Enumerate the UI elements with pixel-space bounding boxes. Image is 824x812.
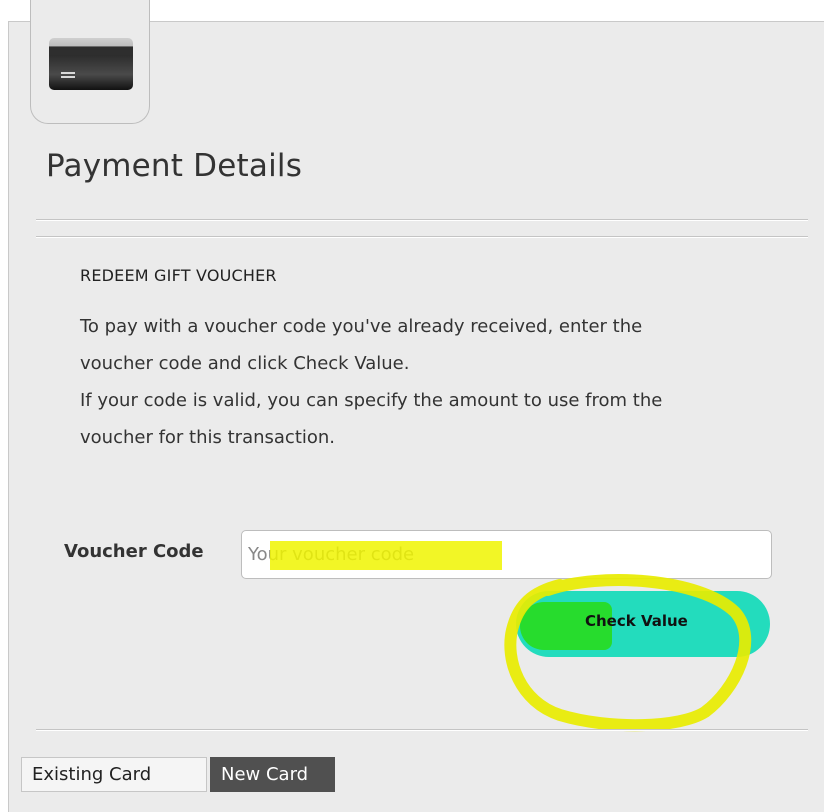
tab-existing-card[interactable]: Existing Card [21,757,207,792]
voucher-instructions: To pay with a voucher code you've alread… [80,308,824,456]
instruction-line: voucher code and click Check Value. [80,353,410,374]
card-stripe [49,47,133,55]
divider [36,236,808,238]
tab-new-card[interactable]: New Card [210,757,335,792]
instruction-line: voucher for this transaction. [80,427,336,448]
payment-page: Payment Details REDEEM GIFT VOUCHER To p… [0,0,824,812]
section-heading: REDEEM GIFT VOUCHER [80,266,277,285]
voucher-code-input[interactable] [241,530,772,579]
voucher-code-label: Voucher Code [64,541,204,562]
page-title: Payment Details [46,148,303,184]
check-value-button[interactable] [516,591,770,657]
instruction-line: If your code is valid, you can specify t… [80,390,663,411]
card-dash [61,72,75,74]
card-dash [61,76,75,78]
instruction-line: To pay with a voucher code you've alread… [80,316,643,337]
divider [36,729,808,731]
credit-card-icon [49,38,133,90]
divider [36,219,808,221]
card-icon-container [30,0,150,124]
